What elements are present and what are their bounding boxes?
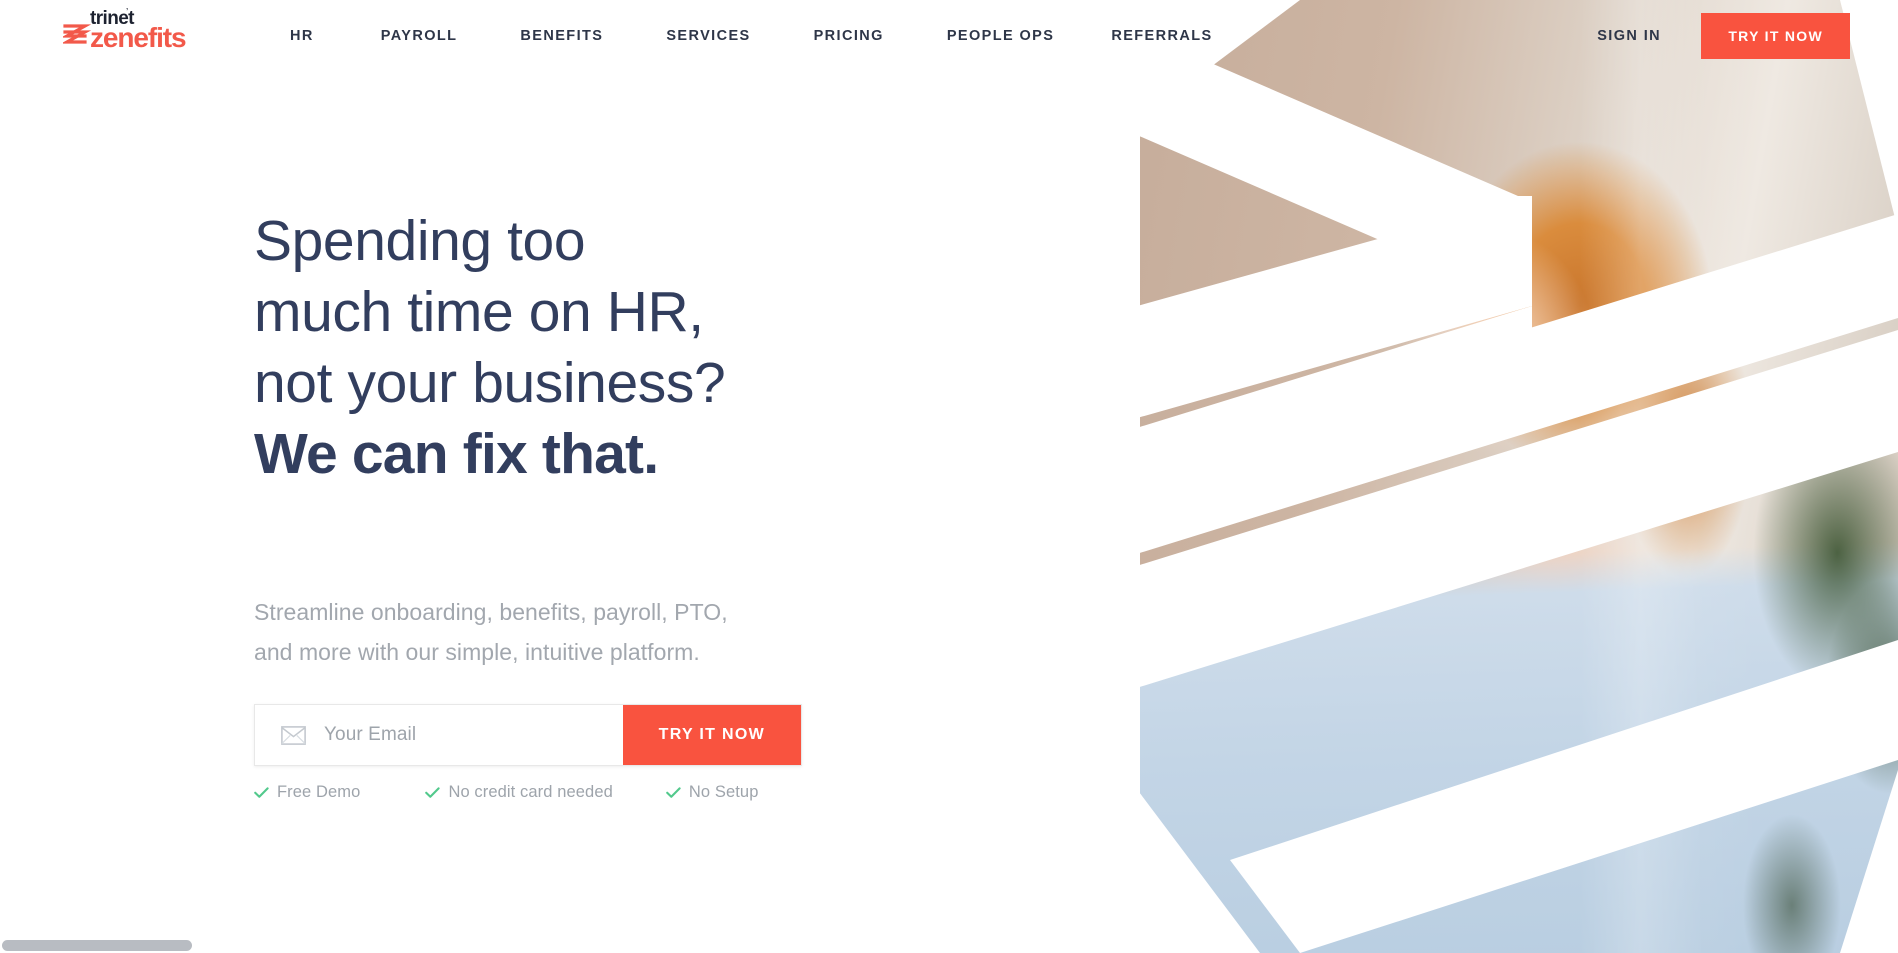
feature-label: No credit card needed (448, 783, 613, 801)
feature-list: Free Demo No credit card needed No Setup (254, 783, 894, 802)
horizontal-scrollbar-track[interactable] (0, 938, 1898, 953)
envelope-icon (281, 725, 306, 745)
feature-label: No Setup (688, 783, 759, 801)
nav-item-services[interactable]: SERVICES (666, 20, 750, 52)
header-try-it-now-button[interactable]: TRY IT NOW (1701, 13, 1850, 59)
subheadline-line-1: Streamline onboarding, benefits, payroll… (254, 599, 728, 625)
hero-image (1140, 0, 1898, 953)
hero-headline: Spending too much time on HR, not your b… (254, 206, 894, 490)
feature-item-no-setup: No Setup (666, 783, 759, 802)
logo-trademark-icon: ’ (126, 7, 129, 18)
nav-item-hr[interactable]: HR (290, 20, 314, 52)
feature-item-no-credit-card: No credit card needed (425, 783, 613, 802)
horizontal-scrollbar-thumb[interactable] (2, 940, 192, 951)
headline-line-1: Spending too (254, 209, 586, 273)
sign-in-link[interactable]: SIGN IN (1597, 28, 1661, 44)
subheadline-line-2: and more with our simple, intuitive plat… (254, 639, 700, 665)
main-navigation: HR PAYROLL BENEFITS SERVICES PRICING PEO… (290, 0, 1213, 72)
headline-line-3: not your business? (254, 351, 726, 415)
check-icon (666, 786, 681, 799)
nav-item-payroll[interactable]: PAYROLL (381, 20, 458, 52)
email-field-wrapper[interactable] (255, 705, 623, 765)
signup-form: TRY IT NOW (254, 704, 802, 766)
brand-logo[interactable]: trinet ’ zenefits (60, 7, 213, 58)
hero-content: Spending too much time on HR, not your b… (254, 206, 894, 802)
site-header: trinet ’ zenefits HR PAYROLL BENEFITS SE… (0, 0, 1898, 72)
hero-subheadline: Streamline onboarding, benefits, payroll… (254, 592, 894, 672)
check-icon (425, 786, 441, 799)
nav-item-referrals[interactable]: REFERRALS (1111, 20, 1212, 52)
page-root: trinet ’ zenefits HR PAYROLL BENEFITS SE… (0, 0, 1898, 953)
headline-line-4-bold: We can fix that. (254, 422, 659, 486)
feature-item-free-demo: Free Demo (254, 783, 360, 802)
nav-item-benefits[interactable]: BENEFITS (520, 20, 603, 52)
form-try-it-now-button[interactable]: TRY IT NOW (622, 705, 801, 765)
logo-text-zenefits: zenefits (90, 22, 187, 53)
nav-item-people-ops[interactable]: PEOPLE OPS (947, 20, 1054, 52)
headline-line-2: much time on HR, (254, 280, 704, 344)
nav-item-pricing[interactable]: PRICING (814, 20, 884, 52)
feature-label: Free Demo (277, 783, 361, 801)
check-icon (254, 786, 269, 799)
email-input[interactable] (324, 705, 623, 765)
hero-photo (1140, 0, 1898, 953)
